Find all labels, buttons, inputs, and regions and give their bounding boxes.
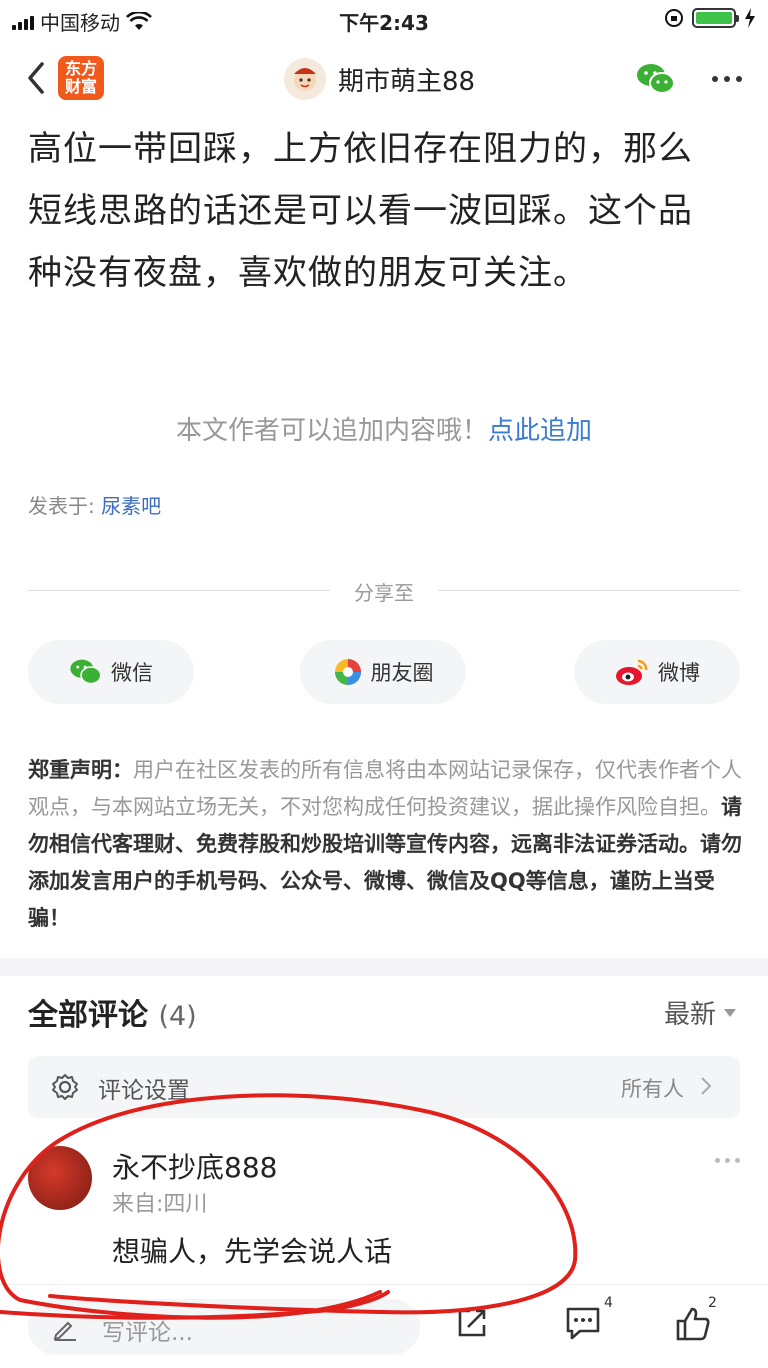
battery-icon	[692, 8, 739, 28]
share-moments-label: 朋友圈	[370, 661, 434, 685]
moments-icon	[334, 659, 361, 685]
settings-value: 所有人	[621, 1077, 684, 1101]
author-avatar[interactable]	[284, 58, 326, 100]
published-in: 发表于: 尿素吧	[28, 490, 161, 519]
sort-dropdown[interactable]: 最新	[664, 994, 736, 1031]
wechat-icon	[70, 659, 102, 685]
share-divider: 分享至	[28, 575, 740, 605]
article-line: 高位一带回踩，上方依旧存在阻力的，那么	[28, 129, 693, 169]
bottom-bar: 写评论... 4 2	[0, 1284, 768, 1368]
author-header[interactable]: 期市萌主88	[284, 58, 475, 100]
append-content-row: 本文作者可以追加内容哦！点此追加	[0, 410, 768, 447]
comment-text[interactable]: 想骗人，先学会说人话	[112, 1230, 392, 1270]
pen-icon	[53, 1321, 76, 1341]
share-icon[interactable]	[454, 1305, 490, 1341]
status-right	[664, 8, 756, 28]
status-bar: 中国移动 下午2:43	[0, 0, 768, 40]
weibo-icon	[616, 659, 648, 685]
author-name[interactable]: 期市萌主88	[338, 61, 475, 98]
article-line: 短线思路的话还是可以看一波回踩。这个品	[28, 191, 693, 231]
disclaimer-body: 用户在社区发表的所有信息将由本网站记录保存，仅代表作者个人观点，与本网站立场无关…	[28, 758, 742, 819]
share-weibo-label: 微博	[658, 661, 700, 685]
published-label: 发表于:	[28, 494, 95, 518]
comments-title: 全部评论	[28, 998, 148, 1033]
chevron-right-icon	[701, 1077, 712, 1095]
disclaimer-heading: 郑重声明：	[28, 758, 133, 782]
share-wechat-label: 微信	[111, 661, 153, 685]
commenter-location: 来自:四川	[112, 1192, 208, 1217]
comments-count: (4)	[158, 1001, 197, 1032]
comment-input[interactable]: 写评论...	[28, 1299, 420, 1355]
back-icon[interactable]	[22, 58, 52, 98]
section-separator	[0, 958, 768, 976]
charging-icon	[745, 8, 755, 28]
article-line: 种没有夜盘，喜欢做的朋友可关注。	[28, 253, 588, 293]
share-weibo-button[interactable]: 微博	[574, 640, 740, 704]
share-moments-button[interactable]: 朋友圈	[300, 640, 466, 704]
comments-heading: 全部评论 (4)	[28, 990, 197, 1034]
commenter-avatar[interactable]	[28, 1146, 92, 1210]
caret-down-icon	[724, 1008, 736, 1017]
thumbs-up-icon[interactable]	[674, 1305, 712, 1343]
comment-item: 永不抄底888 来自:四川 想骗人，先学会说人话	[28, 1140, 740, 1280]
nav-bar: 东方财富 期市萌主88	[0, 40, 768, 118]
comment-icon[interactable]	[564, 1305, 602, 1341]
rotation-lock-icon	[665, 9, 683, 27]
article-body: 高位一带回踩，上方依旧存在阻力的，那么 短线思路的话还是可以看一波回踩。这个品 …	[28, 118, 740, 304]
avatar-mascot-icon	[294, 68, 316, 91]
status-time: 下午2:43	[339, 11, 429, 35]
wechat-share-icon[interactable]	[636, 62, 676, 96]
gear-icon	[52, 1074, 78, 1100]
forum-link[interactable]: 尿素吧	[101, 494, 161, 518]
divider-line	[438, 590, 740, 591]
sort-label[interactable]: 最新	[664, 994, 716, 1031]
commenter-name[interactable]: 永不抄底888	[112, 1146, 277, 1186]
like-count-badge: 2	[708, 1295, 717, 1311]
comment-settings-row[interactable]: 评论设置 所有人	[28, 1056, 740, 1118]
share-title: 分享至	[354, 581, 414, 605]
comment-more-icon[interactable]	[715, 1158, 740, 1163]
append-link[interactable]: 点此追加	[488, 416, 592, 446]
share-wechat-button[interactable]: 微信	[28, 640, 194, 704]
comment-placeholder: 写评论...	[102, 1320, 193, 1346]
append-prompt: 本文作者可以追加内容哦！	[175, 416, 488, 446]
eastmoney-logo[interactable]: 东方财富	[58, 56, 104, 100]
comment-count-badge: 4	[604, 1295, 613, 1311]
settings-label: 评论设置	[98, 1078, 190, 1104]
disclaimer: 郑重声明：用户在社区发表的所有信息将由本网站记录保存，仅代表作者个人观点，与本网…	[28, 752, 742, 937]
more-options-icon[interactable]	[712, 76, 742, 82]
